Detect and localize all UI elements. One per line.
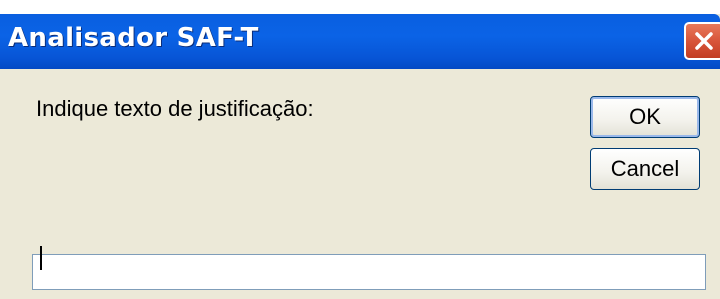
text-caret xyxy=(40,246,42,270)
justification-input[interactable] xyxy=(32,254,706,290)
close-button[interactable] xyxy=(684,22,720,60)
prompt-label: Indique texto de justificação: xyxy=(36,96,314,121)
ok-button[interactable]: OK xyxy=(590,96,700,138)
cancel-button[interactable]: Cancel xyxy=(590,148,700,190)
window-title: Analisador SAF-T xyxy=(8,23,259,53)
dialog-window: Analisador SAF-T Indique texto de justif… xyxy=(0,14,720,299)
close-icon xyxy=(693,30,715,52)
title-bar[interactable]: Analisador SAF-T xyxy=(0,14,720,69)
